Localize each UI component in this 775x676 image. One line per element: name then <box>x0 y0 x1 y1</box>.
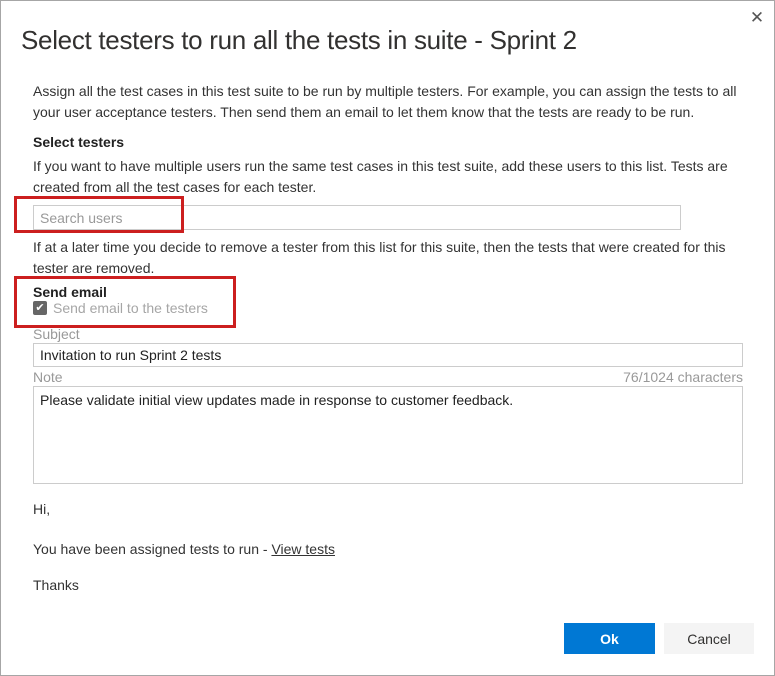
send-email-checkbox-label: Send email to the testers <box>53 300 208 316</box>
checkmark-icon: ✔ <box>35 302 44 314</box>
ok-button[interactable]: Ok <box>564 623 655 654</box>
send-email-heading: Send email <box>33 284 107 300</box>
character-counter: 76/1024 characters <box>623 369 743 385</box>
select-testers-heading: Select testers <box>33 134 124 150</box>
subject-input[interactable] <box>33 343 743 367</box>
select-testers-description: If you want to have multiple users run t… <box>33 156 745 198</box>
email-preview-closing: Thanks <box>33 577 79 590</box>
email-preview-greeting: Hi, <box>33 501 50 517</box>
close-icon[interactable]: ✕ <box>745 6 769 30</box>
note-label-row: Note 76/1024 characters <box>33 369 743 385</box>
assigned-text: You have been assigned tests to run - <box>33 541 271 557</box>
view-tests-link[interactable]: View tests <box>271 541 335 557</box>
note-textarea[interactable]: Please validate initial view updates mad… <box>33 386 743 484</box>
dialog-scroll-content: Select testers to run all the tests in s… <box>1 1 774 590</box>
note-label: Note <box>33 369 63 385</box>
cancel-button[interactable]: Cancel <box>664 623 754 654</box>
subject-label: Subject <box>33 326 80 342</box>
dialog-title: Select testers to run all the tests in s… <box>21 25 721 56</box>
search-users-input[interactable] <box>33 205 681 230</box>
remove-tester-note: If at a later time you decide to remove … <box>33 237 745 279</box>
intro-paragraph: Assign all the test cases in this test s… <box>33 81 745 123</box>
send-email-checkbox-row: ✔ Send email to the testers <box>33 300 208 316</box>
send-email-checkbox[interactable]: ✔ <box>33 301 47 315</box>
email-preview-assigned-line: You have been assigned tests to run - Vi… <box>33 541 335 557</box>
select-testers-dialog: Select testers to run all the tests in s… <box>0 0 775 676</box>
